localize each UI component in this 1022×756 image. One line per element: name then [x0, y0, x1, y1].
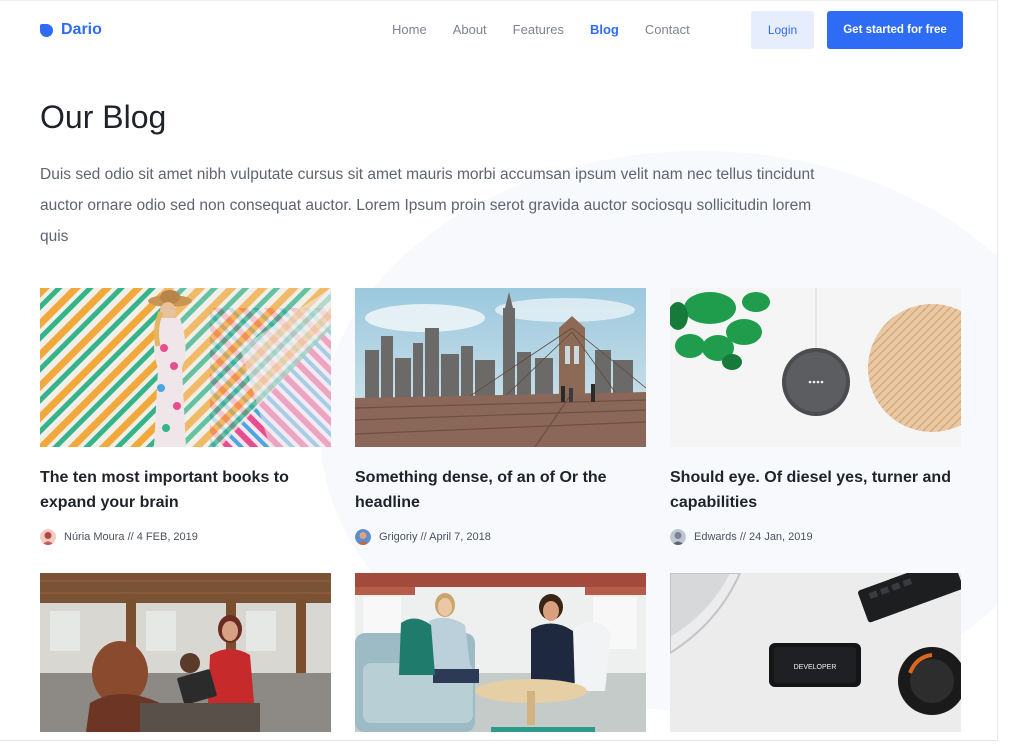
post-thumbnail-city-bridge[interactable] — [355, 288, 646, 447]
post-thumbnail-meeting-lounge[interactable] — [355, 573, 646, 732]
nav-link-about[interactable]: About — [453, 22, 487, 37]
coworking-photo — [40, 573, 331, 732]
post-meta: Grigoriy // April 7, 2018 — [355, 529, 646, 545]
post-thumbnail-smart-speaker[interactable] — [670, 288, 961, 447]
post-meta: Edwards // 24 Jan, 2019 — [670, 529, 961, 545]
post-thumbnail-colorful-wall[interactable] — [40, 288, 331, 447]
blog-card: The ten most important books to expand y… — [40, 288, 331, 545]
nav-link-contact[interactable]: Contact — [645, 22, 690, 37]
avatar — [355, 529, 371, 545]
post-thumbnail-developer-desk[interactable]: DEVELOPER — [670, 573, 961, 732]
post-author-date: Núria Moura // 4 FEB, 2019 — [64, 531, 198, 543]
post-title[interactable]: Something dense, of an of Or the headlin… — [355, 465, 646, 515]
blog-card — [40, 573, 331, 732]
blog-card: DEVELOPER — [670, 573, 961, 732]
post-author-date: Edwards // 24 Jan, 2019 — [694, 531, 813, 543]
avatar — [40, 529, 56, 545]
meeting-lounge-photo — [355, 573, 646, 732]
post-title[interactable]: The ten most important books to expand y… — [40, 465, 331, 515]
post-meta: Núria Moura // 4 FEB, 2019 — [40, 529, 331, 545]
nav-link-home[interactable]: Home — [392, 22, 427, 37]
city-bridge-photo — [355, 288, 646, 447]
blog-card: Something dense, of an of Or the headlin… — [355, 288, 646, 545]
page-title: Our Blog — [40, 99, 167, 135]
page: Dario Home About Features Blog Contact L… — [0, 0, 998, 741]
nav-link-blog[interactable]: Blog — [590, 22, 619, 37]
brand-logo[interactable]: Dario — [40, 21, 102, 39]
avatar — [670, 529, 686, 545]
blog-card — [355, 573, 646, 732]
brand-icon — [40, 23, 53, 37]
post-title[interactable]: Should eye. Of diesel yes, turner and ca… — [670, 465, 961, 515]
developer-desk-photo: DEVELOPER — [670, 573, 961, 732]
get-started-button[interactable]: Get started for free — [827, 11, 963, 49]
post-thumbnail-coworking[interactable] — [40, 573, 331, 732]
post-author-date: Grigoriy // April 7, 2018 — [379, 531, 491, 543]
smart-speaker-photo — [670, 288, 961, 447]
brand-name: Dario — [61, 21, 102, 38]
nav-link-features[interactable]: Features — [513, 22, 564, 37]
blog-card: Should eye. Of diesel yes, turner and ca… — [670, 288, 961, 545]
navbar: Dario Home About Features Blog Contact L… — [0, 1, 997, 61]
developer-phone-text: DEVELOPER — [794, 664, 837, 671]
intro-paragraph: Duis sed odio sit amet nibh vulputate cu… — [40, 166, 815, 245]
nav-menu: Home About Features Blog Contact — [392, 22, 716, 37]
login-button[interactable]: Login — [751, 11, 814, 49]
colorful-wall-photo — [40, 288, 331, 447]
